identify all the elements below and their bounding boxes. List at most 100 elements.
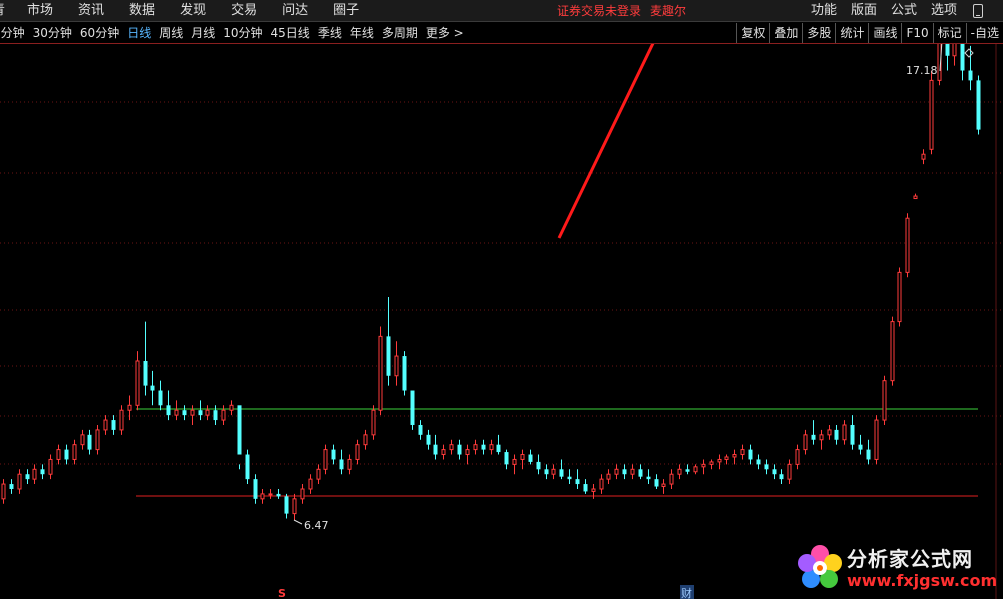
menu-item-formula[interactable]: 公式 [891,0,917,22]
candle-body [25,474,30,480]
candle-body [386,336,391,376]
mobile-phone-icon[interactable] [973,4,983,18]
top-menu-bar: 青 市场 资讯 数据 发现 交易 问达 圈子 证券交易未登录麦趣尔 功能 版面 … [0,0,1003,22]
period-daily[interactable]: 日线 [127,23,151,43]
tool-f10[interactable]: F10 [901,23,932,43]
candle-body [803,434,808,451]
candle-body [724,456,729,460]
menu-item-function[interactable]: 功能 [811,0,837,22]
candle-body [890,321,895,382]
tool-custom[interactable]: -自选 [965,23,1003,43]
candle-body [614,468,619,475]
period-10min[interactable]: 10分钟 [223,23,262,43]
candle-body [418,424,423,435]
candle-body [158,390,163,406]
candle-body [237,405,242,455]
period-multi[interactable]: 多周期 [382,23,418,43]
menu-item-discover[interactable]: 发现 [180,0,206,22]
candle-body [339,459,344,470]
candle-body [245,454,250,480]
menu-item-options[interactable]: 选项 [931,0,957,22]
candle-body [913,195,918,200]
period-45day[interactable]: 45日线 [271,23,310,43]
menu-item-qing[interactable]: 青 [0,0,5,22]
candle-body [559,469,564,477]
menu-item-trade[interactable]: 交易 [231,0,257,22]
menu-item-layout[interactable]: 版面 [851,0,877,22]
candle-body [819,434,824,441]
menu-item-market[interactable]: 市场 [27,0,53,22]
candle-body [520,454,525,460]
candle-body [363,434,368,446]
candle-body [48,458,53,475]
s-signal-marker: S [278,587,286,599]
candle-body [316,468,321,480]
period-monthly[interactable]: 月线 [191,23,215,43]
candle-body [536,461,541,470]
candle-body [64,449,69,460]
candle-body [905,217,910,273]
candle-body [606,473,611,480]
candle-body [638,469,643,477]
menu-item-circle[interactable]: 圈子 [333,0,359,22]
candle-body [284,496,289,514]
annotation-arrow-line [557,44,655,239]
candle-body [135,360,140,406]
candle-body [40,469,45,475]
username[interactable]: 麦趣尔 [650,4,686,18]
candlestick-chart[interactable]: 17.18 6.47 S 财 [0,44,1003,599]
candle-body [544,469,549,475]
candle-body [654,479,659,487]
period-60min[interactable]: 60分钟 [80,23,119,43]
candle-body [756,459,761,465]
tool-mark[interactable]: 标记 [932,23,966,43]
period-more[interactable]: 更多 > [426,23,464,43]
tool-multi-stock[interactable]: 多股 [802,23,835,43]
candle-body [489,444,494,451]
right-menu: 功能 版面 公式 选项 [811,0,1003,22]
candle-body [968,70,973,81]
candle-body [32,468,37,480]
menu-item-data[interactable]: 数据 [129,0,155,22]
tool-fuquan[interactable]: 复权 [736,23,769,43]
period-5min[interactable]: 5分钟 [0,23,25,43]
candle-body [834,429,839,440]
candle-body [150,385,155,391]
chart-tools: 复权 叠加 多股 统计 画线 F10 标记 -自选 [736,23,1003,43]
watermark-logo: 分析家公式网 www.fxjgsw.com [795,543,1003,599]
candle-body [80,434,85,446]
candle-body [512,458,517,465]
trade-login-status[interactable]: 证券交易未登录 [557,4,641,18]
candle-body [748,449,753,460]
period-30min[interactable]: 30分钟 [33,23,72,43]
period-weekly[interactable]: 周线 [159,23,183,43]
candle-body [504,452,509,465]
candle-body [371,409,376,436]
tool-stats[interactable]: 统计 [835,23,868,43]
tool-draw[interactable]: 画线 [868,23,901,43]
candle-body [897,271,902,323]
candle-body [276,493,281,497]
candle-body [481,444,486,450]
login-notice[interactable]: 证券交易未登录 麦趣尔 [557,0,695,22]
candle-body [174,409,179,416]
candle-body [103,419,108,431]
candle-body [811,434,816,440]
candle-body [685,469,690,472]
menu-item-wenda[interactable]: 问达 [282,0,308,22]
logo-url: www.fxjgsw.com [847,571,998,590]
tool-overlay[interactable]: 叠加 [769,23,802,43]
candle-body [56,449,61,460]
period-quarter[interactable]: 季线 [318,23,342,43]
candle-body [732,454,737,458]
period-year[interactable]: 年线 [350,23,374,43]
candle-body [976,80,981,130]
candle-body [402,356,407,391]
candle-body [583,484,588,492]
candle-body [457,444,462,455]
candle-body [441,449,446,456]
candle-body [591,488,596,492]
candle-body [323,449,328,470]
menu-item-news[interactable]: 资讯 [78,0,104,22]
candle-body [952,44,957,57]
